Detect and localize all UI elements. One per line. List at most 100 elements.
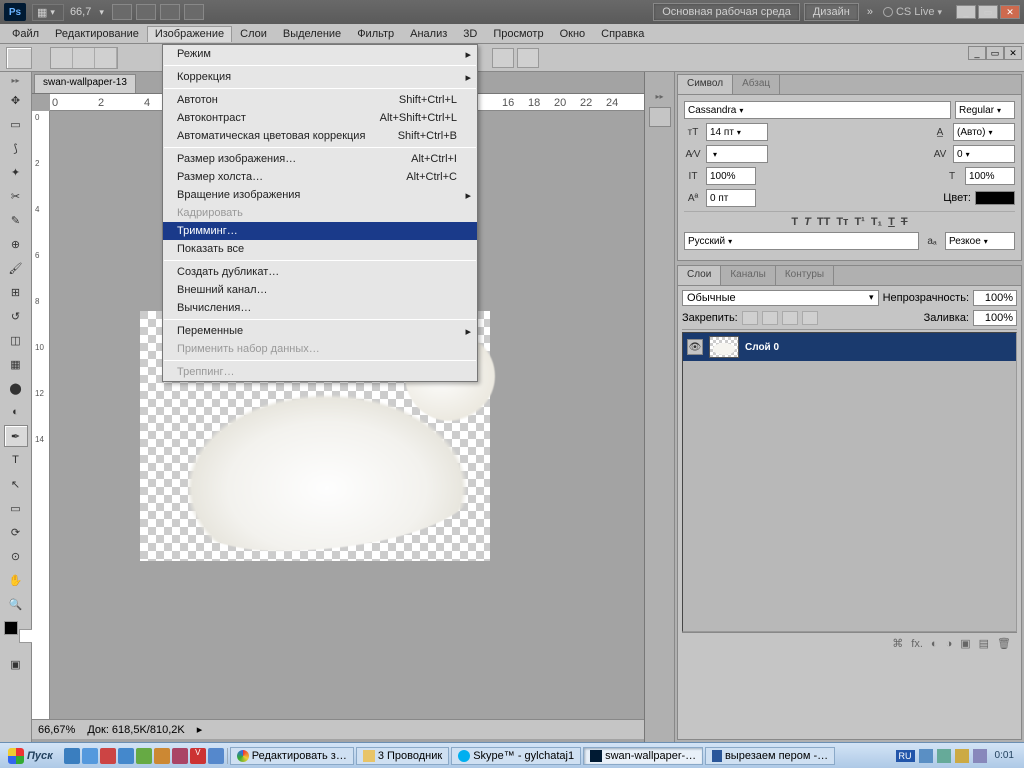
layer-mask-icon[interactable]: ◐ <box>931 638 938 650</box>
menu-help[interactable]: Справка <box>593 26 652 42</box>
maximize-button[interactable]: ▭ <box>978 5 998 19</box>
task-word[interactable]: вырезаем пером -… <box>705 747 835 765</box>
tray-icon-1[interactable] <box>919 749 933 763</box>
vscale-field[interactable]: 100% <box>706 167 756 185</box>
menu-layer[interactable]: Слои <box>232 26 275 42</box>
blur-tool[interactable]: ⬤ <box>4 377 28 399</box>
tray-icon-3[interactable] <box>955 749 969 763</box>
lock-all-icon[interactable] <box>802 311 818 325</box>
text-color-swatch[interactable] <box>975 191 1015 205</box>
move-tool[interactable]: ✥ <box>4 89 28 111</box>
eyedropper-tool[interactable]: ✎ <box>4 209 28 231</box>
quickmask-tool[interactable]: ▣ <box>4 653 28 675</box>
menu-apply-image[interactable]: Внешний канал… <box>163 281 477 299</box>
ql-app5-icon[interactable] <box>172 748 188 764</box>
doc-restore[interactable]: ▭ <box>986 46 1004 60</box>
adjustment-layer-icon[interactable]: ◑ <box>946 638 953 650</box>
layer-name[interactable]: Слой 0 <box>745 342 779 353</box>
menu-autocolor[interactable]: Автоматическая цветовая коррекцияShift+C… <box>163 127 477 145</box>
ql-desktop-icon[interactable] <box>82 748 98 764</box>
current-tool-preset[interactable] <box>6 47 32 69</box>
leading-field[interactable]: (Авто) <box>953 123 1015 141</box>
tab-character[interactable]: Символ <box>678 75 733 94</box>
font-style-dropdown[interactable]: Regular <box>955 101 1015 119</box>
path-select-tool[interactable]: ↖ <box>4 473 28 495</box>
path-op-icon-2[interactable] <box>517 48 539 68</box>
task-photoshop[interactable]: swan-wallpaper-… <box>583 747 703 765</box>
menu-trim[interactable]: Тримминг… <box>163 222 477 240</box>
menu-file[interactable]: Файл <box>4 26 47 42</box>
gradient-tool[interactable]: ▦ <box>4 353 28 375</box>
menu-calculations[interactable]: Вычисления… <box>163 299 477 317</box>
task-chrome[interactable]: Редактировать з… <box>230 747 354 765</box>
eraser-tool[interactable]: ◫ <box>4 329 28 351</box>
layer-thumbnail[interactable] <box>709 336 739 358</box>
lock-transparency-icon[interactable] <box>742 311 758 325</box>
wand-tool[interactable]: ✦ <box>4 161 28 183</box>
view-extras-icon[interactable] <box>112 4 132 20</box>
font-size-field[interactable]: 14 пт <box>706 123 768 141</box>
font-family-dropdown[interactable]: Cassandra <box>684 101 951 119</box>
menu-select[interactable]: Выделение <box>275 26 349 42</box>
type-tool[interactable]: T <box>4 449 28 471</box>
language-indicator[interactable]: RU <box>896 750 915 762</box>
opacity-field[interactable]: 100% <box>973 290 1017 306</box>
ql-ie-icon[interactable] <box>64 748 80 764</box>
layer-row[interactable]: 👁 Слой 0 <box>683 333 1016 361</box>
menu-3d[interactable]: 3D <box>455 26 485 42</box>
paths-icon[interactable] <box>73 48 95 68</box>
layer-group-icon[interactable]: ▣ <box>960 637 970 650</box>
lock-position-icon[interactable] <box>782 311 798 325</box>
kerning-field[interactable] <box>706 145 768 163</box>
language-dropdown[interactable]: Русский <box>684 232 919 250</box>
subscript-button[interactable]: T₁ <box>871 216 882 228</box>
zoom-status[interactable]: 66,67% <box>38 724 75 736</box>
start-button[interactable]: Пуск <box>2 747 59 765</box>
ql-app7-icon[interactable] <box>208 748 224 764</box>
screen-mode-icon[interactable] <box>184 4 204 20</box>
menu-mode[interactable]: Режим <box>163 45 477 63</box>
tracking-field[interactable]: 0 <box>953 145 1015 163</box>
menu-window[interactable]: Окно <box>552 26 594 42</box>
menu-image[interactable]: Изображение <box>147 26 232 42</box>
stamp-tool[interactable]: ⊞ <box>4 281 28 303</box>
menu-rotation[interactable]: Вращение изображения <box>163 186 477 204</box>
healing-tool[interactable]: ⊕ <box>4 233 28 255</box>
blend-mode-dropdown[interactable]: Обычные▾ <box>682 290 879 306</box>
menu-view[interactable]: Просмотр <box>485 26 551 42</box>
smallcaps-button[interactable]: Tᴛ <box>836 216 848 228</box>
underline-button[interactable]: T <box>888 216 895 228</box>
ruler-vertical[interactable]: 02468101214 <box>32 111 50 719</box>
3d-tool[interactable]: ⟳ <box>4 521 28 543</box>
menu-adjustments[interactable]: Коррекция <box>163 68 477 86</box>
menu-imagesize[interactable]: Размер изображения…Alt+Ctrl+I <box>163 150 477 168</box>
lock-pixels-icon[interactable] <box>762 311 778 325</box>
ql-app6-icon[interactable]: V <box>190 748 206 764</box>
doc-info[interactable]: Док: 618,5K/810,2K <box>87 724 184 736</box>
ql-app1-icon[interactable] <box>100 748 116 764</box>
menu-autotone[interactable]: АвтотонShift+Ctrl+L <box>163 91 477 109</box>
visibility-icon[interactable]: 👁 <box>687 339 703 355</box>
marquee-tool[interactable]: ▭ <box>4 113 28 135</box>
workspace-more[interactable]: » <box>867 6 873 18</box>
history-brush-tool[interactable]: ↺ <box>4 305 28 327</box>
hscale-field[interactable]: 100% <box>965 167 1015 185</box>
tools-collapse-icon[interactable]: ▸▸ <box>11 76 19 85</box>
task-skype[interactable]: Skype™ - gylchataj1 <box>451 747 581 765</box>
minimize-button[interactable]: _ <box>956 5 976 19</box>
workspace-design-button[interactable]: Дизайн <box>804 3 859 21</box>
ql-app3-icon[interactable] <box>136 748 152 764</box>
clock[interactable]: 0:01 <box>991 750 1018 761</box>
fill-pixels-icon[interactable] <box>95 48 117 68</box>
zoom-tool[interactable]: 🔍 <box>4 593 28 615</box>
pen-tool[interactable]: ✒ <box>4 425 28 447</box>
shape-layers-icon[interactable] <box>51 48 73 68</box>
bridge-dropdown[interactable]: ▦ ▾ <box>32 4 64 21</box>
menu-autocontrast[interactable]: АвтоконтрастAlt+Shift+Ctrl+L <box>163 109 477 127</box>
antialias-dropdown[interactable]: Резкое <box>945 232 1015 250</box>
document-tab[interactable]: swan-wallpaper-13 <box>34 74 136 93</box>
italic-button[interactable]: T <box>804 216 811 228</box>
tab-layers[interactable]: Слои <box>678 266 721 285</box>
hand-tool[interactable]: ✋ <box>4 569 28 591</box>
menu-filter[interactable]: Фильтр <box>349 26 402 42</box>
